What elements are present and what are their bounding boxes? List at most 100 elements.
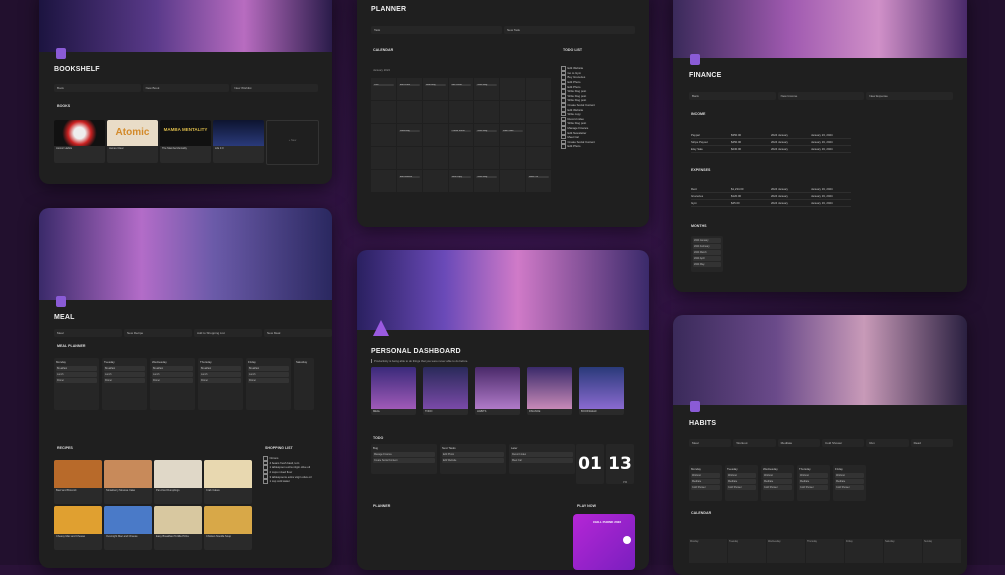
quote: Productivity is being able to do things … (371, 359, 468, 363)
tile-finance[interactable]: FINANCE (527, 367, 572, 415)
table-row[interactable]: Groceries $120.00 2024 January January 19, … (691, 193, 851, 200)
finance-icon (690, 54, 700, 65)
add-to-shopping-list-button[interactable]: Add to Shopping List (194, 329, 262, 337)
todo-heading: TODO (373, 436, 384, 440)
calendar-cell[interactable]: Saturday (884, 539, 922, 563)
recipe-card[interactable]: Beef and Broccoli (54, 460, 102, 504)
calendar-cell[interactable] (371, 124, 396, 146)
calendar-cell[interactable]: Sunday (923, 539, 961, 563)
book-card[interactable]: MAMBA MENTALITY The Mamba Mentality (160, 120, 211, 163)
new-meal-button[interactable]: New Meal (264, 329, 332, 337)
calendar-cell[interactable]: Edit Photo (448, 78, 474, 100)
recipe-card[interactable]: Cheesy Mac and Cheese (54, 506, 102, 550)
meditate-button[interactable]: Meditate (777, 439, 820, 447)
calendar-cell[interactable] (422, 147, 448, 169)
todo-column: Bug Manage Finance Create Social Content (371, 444, 437, 474)
calendar-cell[interactable] (474, 101, 500, 123)
calendar-cell[interactable] (526, 101, 551, 123)
calendar-cell[interactable]: Friday (845, 539, 883, 563)
day-column: Saturday (294, 358, 314, 410)
calendar-cell[interactable]: Write blog (474, 170, 500, 192)
calendar-cell[interactable] (500, 101, 526, 123)
calendar-cell[interactable]: Edit Website (396, 170, 422, 192)
calendar-grid: Post Edit Photo Write blog Edit Photo Wr… (371, 78, 551, 192)
recipe-card[interactable]: Pan-fried Dumplings (154, 460, 202, 504)
task-button[interactable]: Task (371, 26, 502, 34)
meal-button[interactable]: Meal (54, 329, 122, 337)
calendar-cell[interactable] (526, 147, 551, 169)
calendar-cell[interactable] (500, 147, 526, 169)
meal-button[interactable]: Meal (689, 439, 732, 447)
list-item[interactable]: Edit Photo (561, 144, 641, 149)
calendar-cell[interactable]: Edit Photo (396, 78, 422, 100)
recipe-card[interactable]: Strawberry Mousse Cake (104, 460, 152, 504)
calendar-cell[interactable] (371, 101, 396, 123)
calendar-cell[interactable] (422, 170, 448, 192)
calendar-cell[interactable]: Write blog (396, 124, 422, 146)
recipe-card[interactable]: Easy Breakfast Tortilla Pizza (154, 506, 202, 550)
cold-shower-button[interactable]: Cold Shower (821, 439, 865, 447)
calendar-cell[interactable] (448, 147, 474, 169)
table-row[interactable]: Gym $45.00 2024 January January 19, 2024 (691, 200, 851, 207)
new-book-card[interactable]: + New (266, 120, 319, 165)
calendar-cell[interactable]: Thursday (806, 539, 844, 563)
new-income-button[interactable]: New Income (777, 92, 865, 100)
calendar-cell[interactable]: Edit Photo (500, 124, 526, 146)
calendar-cell[interactable]: Meet Cal (526, 170, 551, 192)
calendar-cell[interactable]: Write blog (422, 78, 448, 100)
list-item[interactable]: 1 cup cold water (263, 479, 329, 484)
music-player[interactable]: CHILL PHONK 2023 (573, 514, 635, 570)
new-task-button[interactable]: New Task (504, 26, 635, 34)
meal-planner-board: Monday Breakfast Lunch Dinner Tuesday Breakf… (54, 358, 314, 410)
new-recipe-button[interactable]: New Recipe (124, 329, 192, 337)
clock-hour: 01 (576, 444, 604, 484)
new-book-button[interactable]: New Book (142, 84, 230, 92)
tile-habits[interactable]: HABITS (475, 367, 520, 415)
new-expense-button[interactable]: New Expense (866, 92, 954, 100)
book-card[interactable]: Life 3.0 (213, 120, 264, 163)
read-button[interactable]: Read (910, 439, 953, 447)
play-icon[interactable] (623, 536, 631, 544)
recipe-card[interactable]: Overnight Mac and Cheese (104, 506, 152, 550)
calendar-cell[interactable] (371, 147, 396, 169)
day-column: Tuesday Breakfast Lunch Dinner (102, 358, 147, 410)
calendar-cell[interactable] (396, 147, 422, 169)
calendar-cell[interactable] (422, 101, 448, 123)
calendar-cell[interactable] (422, 124, 448, 146)
run-button[interactable]: Run (866, 439, 909, 447)
calendar-cell[interactable]: Create Social (448, 124, 474, 146)
workout-button[interactable]: Workout (733, 439, 776, 447)
table-row[interactable]: Stripe Payout $450.00 2024 January January … (691, 139, 851, 146)
tile-todo[interactable]: TODO (423, 367, 468, 415)
bookshelf-card: BOOKSHELF Book New Book New Wishlist BOO… (39, 0, 332, 184)
book-card[interactable]: Atomic Habits (54, 120, 105, 163)
calendar-cell[interactable] (500, 78, 526, 100)
calendar-cell[interactable] (396, 101, 422, 123)
tile-bookshelf[interactable]: BOOKSHELF (579, 367, 624, 415)
calendar-cell[interactable] (526, 78, 551, 100)
calendar-cell[interactable] (474, 147, 500, 169)
button-row: Book New Book New Wishlist (54, 84, 319, 92)
bank-button[interactable]: Bank (689, 92, 776, 100)
calendar-cell[interactable]: Tuesday (728, 539, 766, 563)
calendar-cell[interactable]: Write copy (448, 170, 474, 192)
calendar-cell[interactable]: Post (371, 78, 396, 100)
book-button[interactable]: Book (54, 84, 141, 92)
table-row[interactable]: Etsy Sale $230.00 2024 January January 19, … (691, 146, 851, 153)
new-wishlist-button[interactable]: New Wishlist (231, 84, 319, 92)
book-card[interactable]: Atomic James Clear (107, 120, 158, 163)
calendar-cell[interactable]: Monday (689, 539, 727, 563)
calendar-cell[interactable] (500, 170, 526, 192)
tile-meal[interactable]: MEAL (371, 367, 416, 415)
recipe-card[interactable]: Crab Cakes (204, 460, 252, 504)
table-row[interactable]: Rent $1,234.00 2024 January January 19, 202… (691, 186, 851, 193)
calendar-cell[interactable]: Wednesday (767, 539, 805, 563)
calendar-cell[interactable] (526, 124, 551, 146)
recipe-card[interactable]: Chicken Noodle Soup (204, 506, 252, 550)
calendar-cell[interactable]: Write blog (474, 78, 500, 100)
calendar-cell[interactable] (371, 170, 396, 192)
clock-ampm: PM (623, 480, 628, 484)
calendar-cell[interactable] (448, 101, 474, 123)
table-row[interactable]: Paypal $350.00 2024 January January 23, 202… (691, 132, 851, 139)
calendar-cell[interactable]: Write blog (474, 124, 500, 146)
